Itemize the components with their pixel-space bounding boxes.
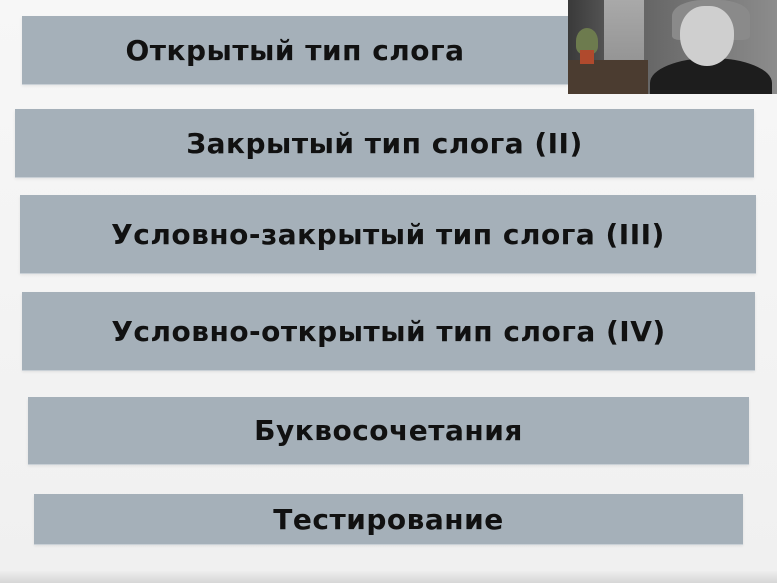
menu-item-letter-combinations[interactable]: Буквосочетания: [28, 397, 749, 464]
menu-item-label: Условно-закрытый тип слога (III): [111, 217, 665, 251]
menu-item-label: Буквосочетания: [254, 414, 523, 447]
webcam-video-thumbnail[interactable]: [568, 0, 777, 94]
menu-item-closed-syllable[interactable]: Закрытый тип слога (II): [15, 109, 754, 177]
slide-bottom-edge: [0, 571, 777, 583]
menu-item-testing[interactable]: Тестирование: [34, 494, 743, 544]
menu-item-label: Тестирование: [273, 502, 504, 536]
menu-item-label: Условно-открытый тип слога (IV): [111, 314, 666, 348]
menu-item-label: Открытый тип слога: [125, 33, 465, 67]
webcam-plant-pot: [580, 50, 594, 64]
menu-item-conditionally-open-syllable[interactable]: Условно-открытый тип слога (IV): [22, 292, 755, 370]
menu-item-label: Закрытый тип слога (II): [186, 126, 583, 160]
menu-item-conditionally-closed-syllable[interactable]: Условно-закрытый тип слога (III): [20, 195, 756, 273]
menu-item-open-syllable[interactable]: Открытый тип слога: [22, 16, 568, 84]
webcam-person-face: [680, 6, 734, 66]
webcam-shelf: [568, 60, 648, 94]
